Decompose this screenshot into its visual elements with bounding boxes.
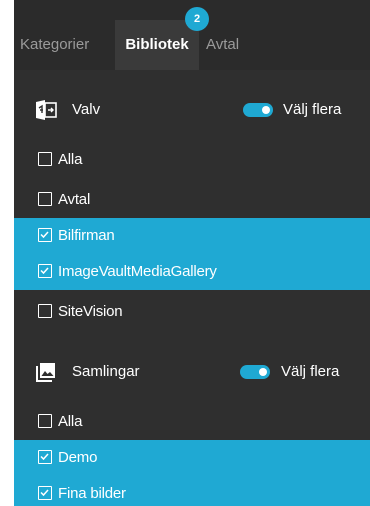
collections-icon xyxy=(34,360,58,384)
toggle-label: Välj flera xyxy=(283,101,342,118)
count-badge: 2 xyxy=(185,7,209,31)
checkbox-checked[interactable] xyxy=(38,486,52,500)
section-header-valv: Valv Välj flera xyxy=(14,90,370,130)
check-icon xyxy=(40,453,49,461)
list-item-fina-bilder[interactable]: Fina bilder xyxy=(14,476,370,506)
tab-label: Avtal xyxy=(206,36,240,53)
tab-label: Bibliotek xyxy=(125,36,189,53)
checkbox[interactable] xyxy=(38,152,52,166)
toggle-knob xyxy=(259,368,267,376)
list-item-alla[interactable]: Alla xyxy=(14,142,370,178)
list-item-demo[interactable]: Demo xyxy=(14,440,370,476)
list-item-alla[interactable]: Alla xyxy=(14,404,370,440)
item-label: Alla xyxy=(58,413,83,430)
item-label: Demo xyxy=(58,449,98,466)
filter-panel: Kategorier Bibliotek Avtal 2 Valv Välj f… xyxy=(14,0,370,506)
list-item-avtal[interactable]: Avtal xyxy=(14,182,370,218)
checkbox[interactable] xyxy=(38,192,52,206)
item-label: Avtal xyxy=(58,191,91,208)
list-item-sitevision[interactable]: SiteVision xyxy=(14,294,370,330)
tab-kategorier[interactable]: Kategorier xyxy=(20,20,89,70)
section-title: Valv xyxy=(72,101,101,118)
item-label: Bilfirman xyxy=(58,227,115,244)
tab-label: Kategorier xyxy=(20,36,90,53)
list-item-imagevaultmediagallery[interactable]: ImageVaultMediaGallery xyxy=(14,254,370,290)
item-label: ImageVaultMediaGallery xyxy=(58,263,217,280)
item-label: Alla xyxy=(58,151,83,168)
item-label: Fina bilder xyxy=(58,485,126,502)
checkbox-checked[interactable] xyxy=(38,450,52,464)
multi-select-toggle[interactable] xyxy=(243,103,273,117)
section-header-samlingar: Samlingar Välj flera xyxy=(14,352,370,392)
check-icon xyxy=(40,267,49,275)
section-title: Samlingar xyxy=(72,363,140,380)
checkbox-checked[interactable] xyxy=(38,228,52,242)
check-icon xyxy=(40,231,49,239)
checkbox[interactable] xyxy=(38,414,52,428)
tab-avtal[interactable]: Avtal xyxy=(206,20,239,70)
checkbox[interactable] xyxy=(38,304,52,318)
list-item-bilfirman[interactable]: Bilfirman xyxy=(14,218,370,254)
toggle-knob xyxy=(262,106,270,114)
tab-bibliotek[interactable]: Bibliotek xyxy=(115,20,199,70)
item-label: SiteVision xyxy=(58,303,123,320)
check-icon xyxy=(40,489,49,497)
checkbox-checked[interactable] xyxy=(38,264,52,278)
toggle-label: Välj flera xyxy=(281,363,340,380)
vault-icon xyxy=(34,98,58,122)
multi-select-toggle[interactable] xyxy=(240,365,270,379)
